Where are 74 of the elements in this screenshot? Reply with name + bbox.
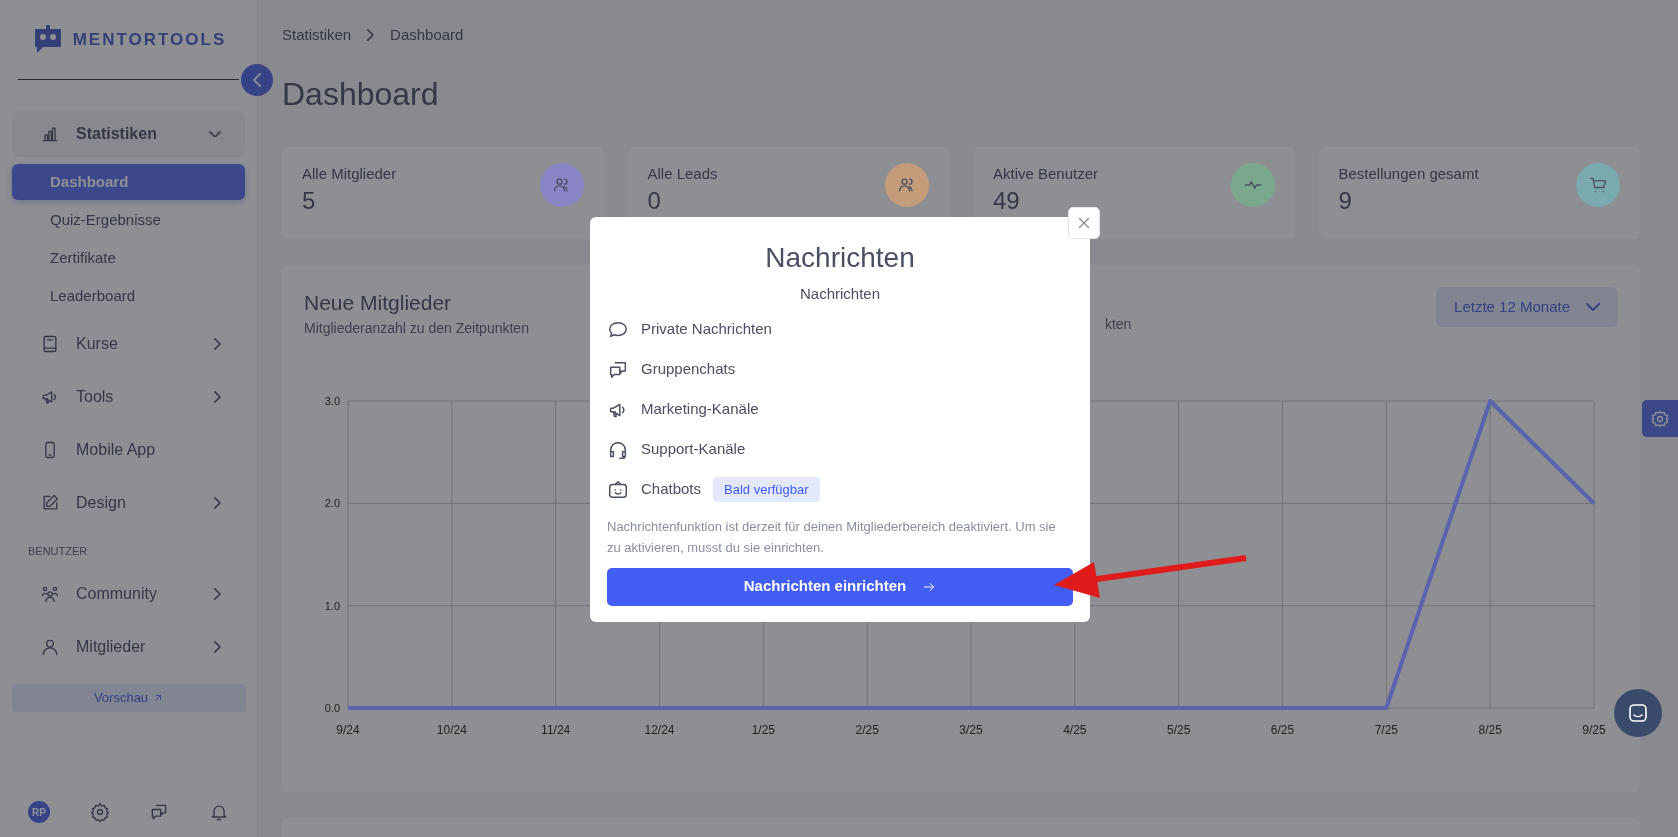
x-axis-label: 2/25 <box>855 723 879 738</box>
x-axis-label: 9/24 <box>336 723 360 738</box>
sidebar-item[interactable]: Mitglieder <box>12 623 245 670</box>
stat-label: Alle Mitglieder <box>302 163 397 184</box>
chevron-right-icon <box>214 497 221 509</box>
sidebar-item[interactable]: Design <box>12 480 245 526</box>
stat-value: 5 <box>302 189 317 214</box>
chevron-down-icon <box>209 130 221 138</box>
breadcrumb-current: Dashboard <box>390 25 464 45</box>
smiling-bot-icon <box>607 478 629 501</box>
sidebar-item[interactable]: Tools <box>12 374 245 420</box>
logo-text: MENTORTOOLS <box>72 28 227 51</box>
x-axis-label: 4/25 <box>1063 723 1087 738</box>
x-axis-label: 3/25 <box>959 723 983 738</box>
breadcrumb-link[interactable]: Statistiken <box>282 24 352 47</box>
sidebar-item[interactable]: Community <box>12 570 245 617</box>
sidebar-subitem[interactable]: Leaderboard <box>12 278 245 314</box>
setup-button[interactable]: Nachrichten einrichten <box>607 567 1073 606</box>
x-axis-label: 1/25 <box>751 723 775 738</box>
chevron-left-icon <box>253 73 261 87</box>
stat-label: Bestellungen gesamt <box>1338 163 1479 184</box>
y-axis-label: 1.0 <box>324 600 340 613</box>
chevron-right-icon <box>367 29 375 42</box>
x-axis-label: 10/24 <box>436 723 467 738</box>
x-axis-label: 12/24 <box>644 723 675 738</box>
chart-subtitle: kten <box>1104 315 1132 332</box>
stat-label: Alle Leads <box>647 163 718 184</box>
stat-label: Aktive Benutzer <box>993 163 1099 184</box>
sidebar-subitem[interactable]: Quiz-Ergebnisse <box>12 202 245 238</box>
status-tag: Bald verfügbar <box>713 476 820 503</box>
feature-label: Private Nachrichten <box>641 319 772 340</box>
collapse-sidebar-button[interactable] <box>241 64 273 96</box>
x-axis-label: 11/24 <box>541 723 571 738</box>
feature-label: Marketing-Kanäle <box>641 399 759 420</box>
feature-label: Support-Kanäle <box>641 439 746 460</box>
y-axis-label: 2.0 <box>324 497 340 510</box>
feature-label: Chatbots <box>641 479 702 500</box>
chat-launcher[interactable] <box>1614 689 1662 737</box>
sidebar-item[interactable]: Statistiken <box>12 111 245 157</box>
x-axis-label: 5/25 <box>1167 723 1191 738</box>
y-axis-label: 0.0 <box>324 702 340 715</box>
section-heading: BENUTZER <box>27 544 89 559</box>
sidebar-item[interactable]: Mobile App <box>12 427 245 473</box>
x-axis-label: 7/25 <box>1374 723 1398 738</box>
user-avatar[interactable]: RP <box>28 801 50 823</box>
page-title: Dashboard <box>282 74 440 113</box>
range-dropdown[interactable]: Letzte 12 Monate <box>1436 286 1618 327</box>
chevron-right-icon <box>214 587 221 600</box>
feature-label: Gruppenchats <box>641 359 736 380</box>
sidebar-subitem[interactable]: Zertifikate <box>12 240 245 276</box>
sidebar-subitem[interactable]: Dashboard <box>12 164 245 200</box>
chart-title: Neue Mitglieder <box>304 289 453 316</box>
modal-title: Nachrichten <box>764 241 916 275</box>
chevron-right-icon <box>214 640 221 653</box>
chat-icon <box>1626 701 1650 725</box>
preview-button[interactable]: Vorschau <box>12 683 246 712</box>
chart-subtitle: Mitgliederanzahl zu den Zeitpunkten <box>304 319 529 339</box>
stat-value: 49 <box>993 189 1021 214</box>
chevron-right-icon <box>214 391 221 403</box>
stat-value: 0 <box>647 189 662 214</box>
x-axis-label: 6/25 <box>1270 723 1295 738</box>
settings-button[interactable] <box>1642 400 1678 437</box>
x-axis-label: 9/25 <box>1582 723 1606 738</box>
modal-subtitle: Nachrichten <box>798 284 881 304</box>
settings-icon[interactable] <box>89 802 110 822</box>
chevron-right-icon <box>214 338 221 350</box>
close-button[interactable] <box>1068 207 1100 239</box>
y-axis-label: 3.0 <box>324 395 340 408</box>
sidebar-item[interactable]: Kurse <box>12 321 245 367</box>
settings-icon <box>1650 408 1670 429</box>
stat-value: 9 <box>1338 189 1353 214</box>
chevron-down-icon <box>1586 302 1600 311</box>
info-text: Nachrichtenfunktion ist derzeit für deinen Mitgliederbereich deaktiviert. Um sie zu aktivieren, musst du sie einrichten. <box>607 517 1057 557</box>
x-axis-label: 8/25 <box>1478 723 1502 738</box>
